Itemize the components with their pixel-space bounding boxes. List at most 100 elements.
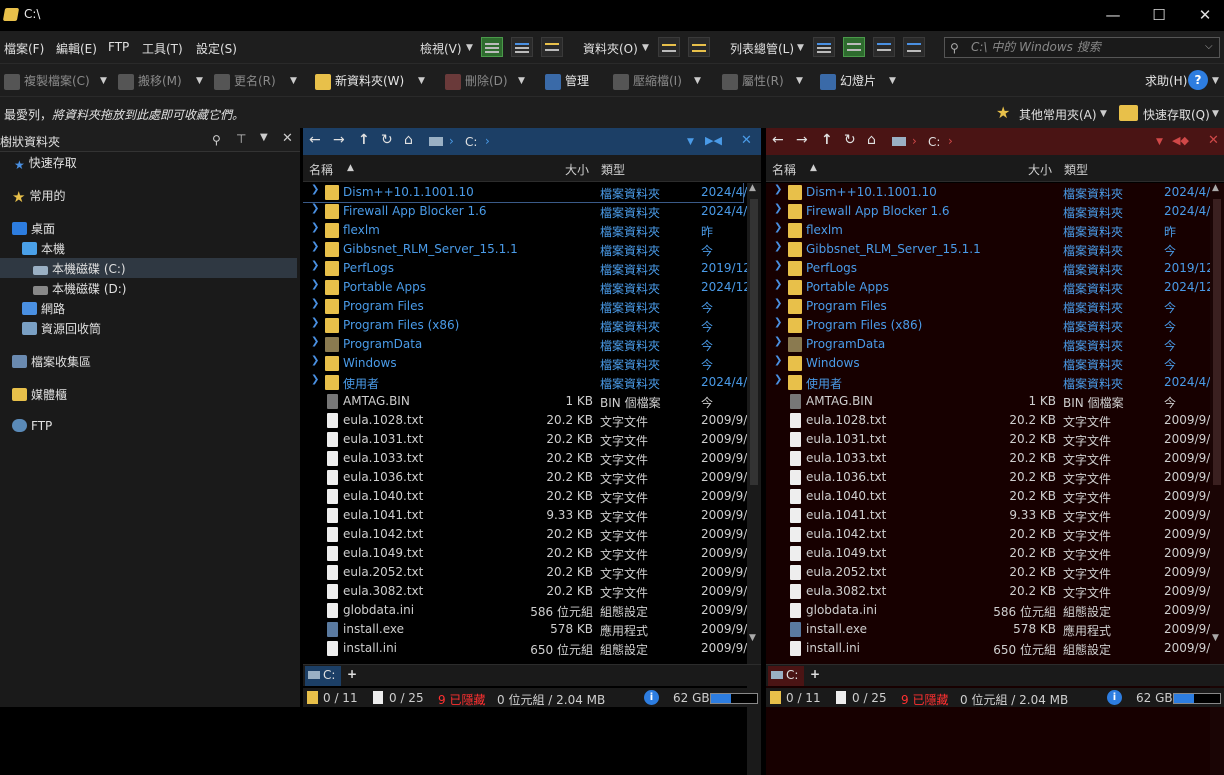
chevron-down-icon[interactable]: ▼ xyxy=(100,76,107,86)
file-row[interactable]: eula.1033.txt 20.2 KB 文字文件 2009/9/ xyxy=(303,449,747,468)
column-name[interactable]: 名稱 xyxy=(772,161,796,178)
breadcrumb-path[interactable]: C: xyxy=(928,135,940,149)
chevron-down-icon[interactable]: ▼ xyxy=(1212,76,1219,86)
forward-icon[interactable]: → xyxy=(796,132,808,148)
file-row[interactable]: eula.1028.txt 20.2 KB 文字文件 2009/9/ xyxy=(303,411,747,430)
file-row[interactable]: ❯ flexlm 檔案資料夾 昨 xyxy=(766,221,1206,240)
chevron-down-icon[interactable]: ▼ xyxy=(1100,109,1107,119)
scrollbar[interactable]: ▲ ▼ xyxy=(1210,183,1224,775)
expand-icon[interactable]: ❯ xyxy=(311,203,319,214)
expand-icon[interactable]: ❯ xyxy=(311,336,319,347)
pane-sync-icon[interactable]: ◀◆ xyxy=(1172,134,1189,147)
other-favorites-button[interactable]: 其他常用夾(A) xyxy=(1019,106,1097,123)
column-name[interactable]: 名稱 xyxy=(309,161,333,178)
maximize-button[interactable]: ☐ xyxy=(1136,0,1182,31)
file-row[interactable]: eula.3082.txt 20.2 KB 文字文件 2009/9/ xyxy=(766,582,1210,601)
scroll-thumb[interactable] xyxy=(1213,199,1221,485)
file-row[interactable]: ❯ Program Files (x86) 檔案資料夾 今 xyxy=(303,316,743,335)
layout-dual-icon[interactable] xyxy=(511,37,533,57)
home-icon[interactable]: ⌂ xyxy=(867,132,876,148)
tree-item-quick-access[interactable]: ★ 快速存取 xyxy=(14,154,77,172)
quick-access-button[interactable]: 快速存取(Q) xyxy=(1143,106,1210,123)
properties-button[interactable]: 屬性(R) xyxy=(722,72,784,90)
menu-settings[interactable]: 設定(S) xyxy=(196,40,237,57)
back-icon[interactable]: ← xyxy=(772,132,784,148)
refresh-icon[interactable]: ↻ xyxy=(381,132,393,148)
expand-icon[interactable]: ❯ xyxy=(774,241,782,252)
close-icon[interactable]: ✕ xyxy=(741,133,752,148)
file-row[interactable]: install.exe 578 KB 應用程式 2009/9/ xyxy=(303,620,747,639)
list-thumb-icon[interactable] xyxy=(903,37,925,57)
search-icon[interactable]: ⚲ xyxy=(212,133,221,147)
back-icon[interactable]: ← xyxy=(309,132,321,148)
slideshow-button[interactable]: 幻燈片 xyxy=(820,72,876,90)
help-icon[interactable]: ? xyxy=(1188,70,1208,90)
expand-icon[interactable]: ❯ xyxy=(774,317,782,328)
layout-single-icon[interactable] xyxy=(481,37,503,57)
file-row[interactable]: ❯ Gibbsnet_RLM_Server_15.1.1 檔案資料夾 今 xyxy=(303,240,743,259)
home-icon[interactable]: ⌂ xyxy=(404,132,413,148)
chevron-down-icon[interactable]: ▼ xyxy=(196,76,203,86)
expand-icon[interactable]: ❯ xyxy=(774,184,782,195)
file-row[interactable]: eula.2052.txt 20.2 KB 文字文件 2009/9/ xyxy=(303,563,747,582)
file-row[interactable]: eula.2052.txt 20.2 KB 文字文件 2009/9/ xyxy=(766,563,1210,582)
tree-item-collection[interactable]: 檔案收集區 xyxy=(12,353,91,370)
expand-icon[interactable]: ❯ xyxy=(311,222,319,233)
chevron-down-icon[interactable]: ⌵ xyxy=(1205,41,1213,52)
file-row[interactable]: ❯ flexlm 檔案資料夾 昨 xyxy=(303,221,743,240)
file-row[interactable]: eula.1041.txt 9.33 KB 文字文件 2009/9/ xyxy=(303,506,747,525)
close-icon[interactable]: ✕ xyxy=(282,131,293,146)
tree-item-this-pc[interactable]: 本機 xyxy=(22,240,65,257)
chevron-down-icon[interactable]: ▼ xyxy=(687,137,694,147)
expand-icon[interactable]: ❯ xyxy=(774,298,782,309)
file-row[interactable]: eula.1033.txt 20.2 KB 文字文件 2009/9/ xyxy=(766,449,1210,468)
file-row[interactable]: eula.1041.txt 9.33 KB 文字文件 2009/9/ xyxy=(766,506,1210,525)
file-row[interactable]: install.ini 650 位元組 組態設定 2009/9/ xyxy=(766,639,1210,658)
list-view-icon[interactable] xyxy=(813,37,835,57)
file-row[interactable]: eula.1040.txt 20.2 KB 文字文件 2009/9/ xyxy=(303,487,747,506)
chevron-down-icon[interactable]: ▼ xyxy=(889,76,896,86)
search-input[interactable]: C:\ 中的 Windows 搜索 xyxy=(944,37,1220,58)
tree-item-drive-d[interactable]: 本機磁碟 (D:) xyxy=(33,280,126,297)
menu-file[interactable]: 檔案(F) xyxy=(4,40,44,57)
file-row[interactable]: install.ini 650 位元組 組態設定 2009/9/ xyxy=(303,639,747,658)
tree-item-recycle-bin[interactable]: 資源回收筒 xyxy=(22,320,101,337)
minimize-button[interactable]: — xyxy=(1090,0,1136,31)
pin-icon[interactable]: ⊤ xyxy=(236,132,246,146)
up-icon[interactable]: ↑ xyxy=(821,132,833,148)
expand-icon[interactable]: ❯ xyxy=(311,355,319,366)
expand-icon[interactable]: ❯ xyxy=(774,355,782,366)
file-row[interactable]: ❯ Program Files 檔案資料夾 今 xyxy=(303,297,743,316)
info-icon[interactable]: i xyxy=(644,690,659,705)
file-row[interactable]: install.exe 578 KB 應用程式 2009/9/ xyxy=(766,620,1210,639)
scroll-up-icon[interactable]: ▲ xyxy=(1212,183,1219,193)
expand-icon[interactable]: ❯ xyxy=(311,374,319,385)
close-icon[interactable]: ✕ xyxy=(1208,133,1219,148)
expand-icon[interactable]: ❯ xyxy=(774,279,782,290)
file-row[interactable]: globdata.ini 586 位元組 組態設定 2009/9/ xyxy=(303,601,747,620)
file-row[interactable]: globdata.ini 586 位元組 組態設定 2009/9/ xyxy=(766,601,1210,620)
file-row[interactable]: ❯ Portable Apps 檔案資料夾 2024/12 xyxy=(303,278,747,297)
file-row[interactable]: eula.1028.txt 20.2 KB 文字文件 2009/9/ xyxy=(766,411,1210,430)
column-type[interactable]: 類型 xyxy=(601,161,625,178)
menu-ftp[interactable]: FTP xyxy=(108,40,129,54)
expand-icon[interactable]: ❯ xyxy=(311,279,319,290)
forward-icon[interactable]: → xyxy=(333,132,345,148)
scroll-down-icon[interactable]: ▼ xyxy=(1212,633,1219,643)
rename-button[interactable]: 更名(R) xyxy=(214,72,276,90)
layout-preview-icon[interactable] xyxy=(541,37,563,57)
chevron-down-icon[interactable]: ▼ xyxy=(694,76,701,86)
expand-icon[interactable]: ❯ xyxy=(774,222,782,233)
file-row[interactable]: AMTAG.BIN 1 KB BIN 個檔案 今 xyxy=(766,392,1206,411)
file-row[interactable]: ❯ PerfLogs 檔案資料夾 2019/12 xyxy=(303,259,747,278)
expand-icon[interactable]: ❯ xyxy=(774,336,782,347)
file-row[interactable]: ❯ Firewall App Blocker 1.6 檔案資料夾 2024/4/ xyxy=(303,202,747,221)
file-row[interactable]: eula.1036.txt 20.2 KB 文字文件 2009/9/ xyxy=(303,468,747,487)
column-type[interactable]: 類型 xyxy=(1064,161,1088,178)
chevron-down-icon[interactable]: ▼ xyxy=(418,76,425,86)
chevron-down-icon[interactable]: ▼ xyxy=(1212,109,1219,119)
file-row[interactable]: ❯ Windows 檔案資料夾 今 xyxy=(766,354,1206,373)
chevron-down-icon[interactable]: ▼ xyxy=(518,76,525,86)
add-tab-button[interactable]: + xyxy=(810,667,820,681)
refresh-icon[interactable]: ↻ xyxy=(844,132,856,148)
